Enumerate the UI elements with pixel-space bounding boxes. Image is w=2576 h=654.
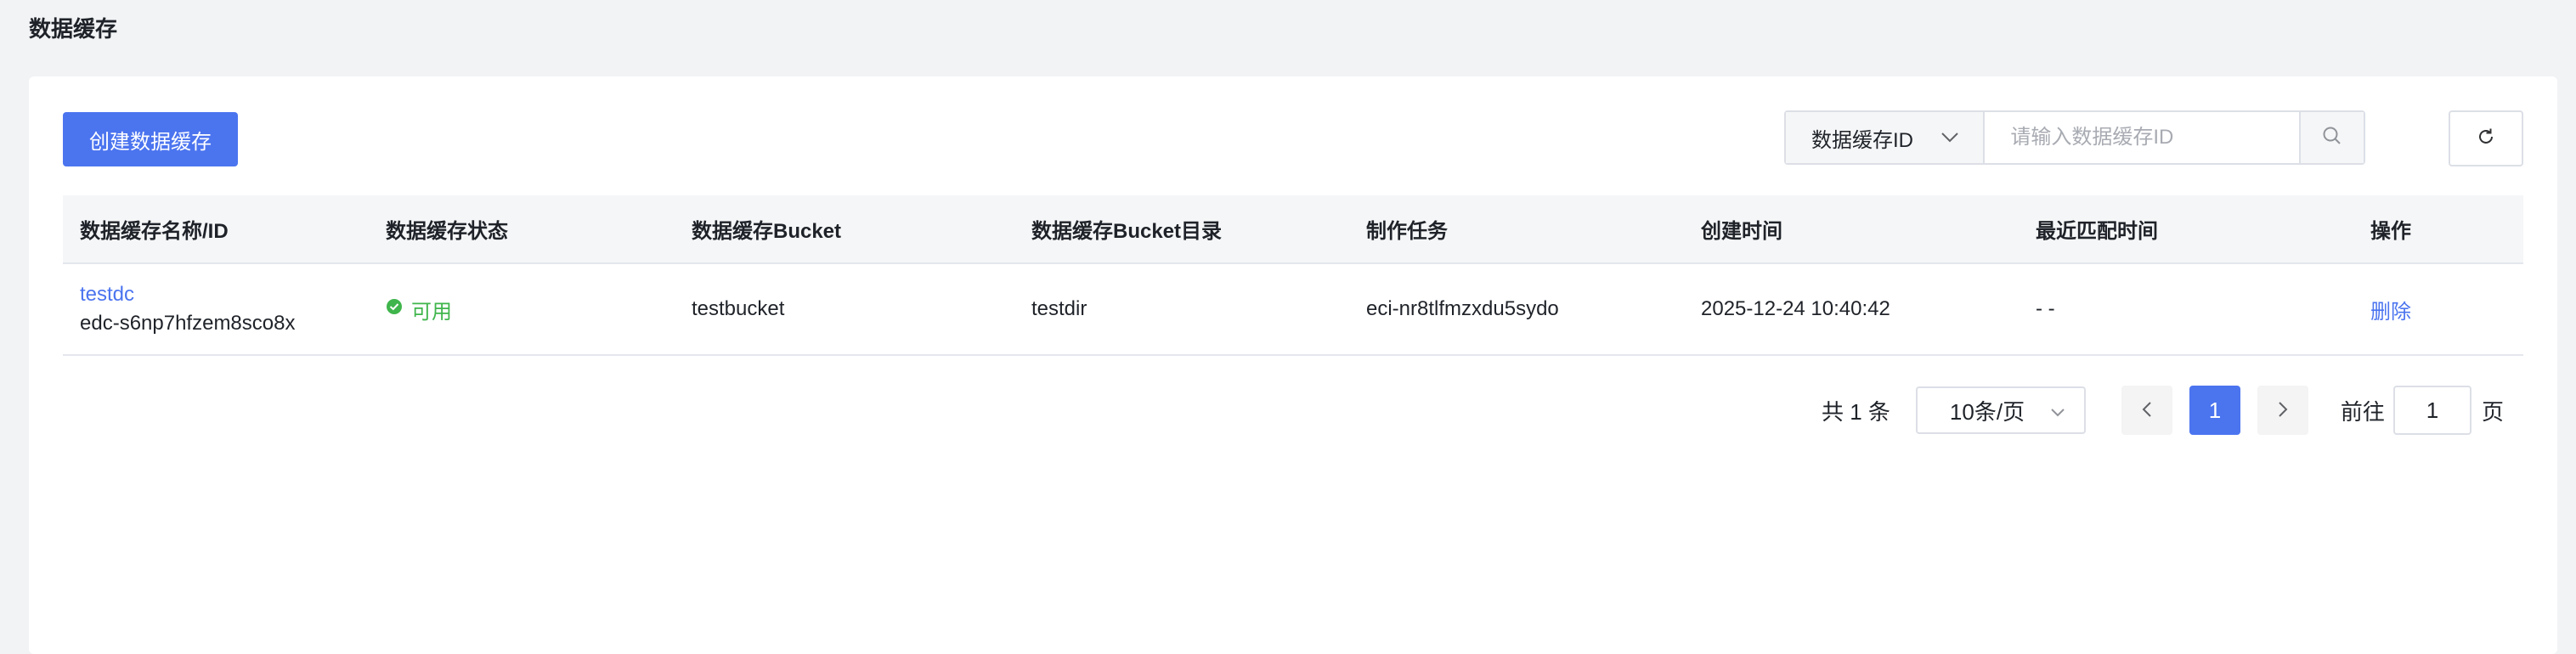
search-button[interactable] bbox=[2299, 112, 2364, 163]
search-field-select[interactable]: 数据缓存ID bbox=[1786, 112, 1986, 163]
total-count: 共 1 条 bbox=[1822, 398, 1890, 425]
bucket-cell: testbucket bbox=[675, 263, 1014, 356]
check-circle-icon bbox=[386, 297, 403, 321]
page-size-label: 10条/页 bbox=[1949, 398, 2025, 425]
data-cache-table: 数据缓存名称/ID 数据缓存状态 数据缓存Bucket 数据缓存Bucket目录… bbox=[63, 195, 2523, 356]
column-header: 数据缓存状态 bbox=[369, 195, 675, 264]
status-badge: 可用 bbox=[386, 295, 675, 324]
column-header: 数据缓存名称/ID bbox=[63, 195, 369, 264]
content-card: 创建数据缓存 数据缓存ID 数据缓存名称/ID 数据缓存状态 bbox=[29, 76, 2557, 654]
goto-suffix: 页 bbox=[2481, 398, 2504, 425]
chevron-left-icon bbox=[2141, 397, 2153, 424]
status-cell: 可用 bbox=[369, 263, 675, 356]
column-header: 数据缓存Bucket目录 bbox=[1014, 195, 1349, 264]
chevron-down-icon bbox=[2050, 397, 2065, 424]
create-data-cache-button[interactable]: 创建数据缓存 bbox=[63, 112, 238, 166]
search-icon bbox=[2322, 126, 2342, 150]
page-title: 数据缓存 bbox=[29, 16, 118, 42]
bucket-dir-cell: testdir bbox=[1014, 263, 1349, 356]
column-header: 数据缓存Bucket bbox=[675, 195, 1014, 264]
pagination: 共 1 条 10条/页 1 前往 页 bbox=[1822, 386, 2504, 435]
data-cache-id: edc-s6np7hfzem8sco8x bbox=[80, 312, 296, 335]
action-cell: 删除 bbox=[2353, 263, 2523, 356]
column-header: 操作 bbox=[2353, 195, 2523, 264]
created-time-cell: 2025-12-24 10:40:42 bbox=[1684, 263, 2019, 356]
page-size-select[interactable]: 10条/页 bbox=[1915, 386, 2086, 434]
column-header: 制作任务 bbox=[1349, 195, 1684, 264]
data-cache-name-link[interactable]: testdc bbox=[80, 280, 369, 309]
search-group: 数据缓存ID bbox=[1784, 110, 2365, 165]
column-header: 最近匹配时间 bbox=[2019, 195, 2353, 264]
refresh-icon bbox=[2476, 127, 2496, 151]
page-number-button[interactable]: 1 bbox=[2189, 386, 2240, 435]
refresh-button[interactable] bbox=[2449, 110, 2523, 166]
chevron-right-icon bbox=[2277, 397, 2289, 424]
name-cell: testdc edc-s6np7hfzem8sco8x bbox=[63, 263, 369, 356]
goto-page-input[interactable] bbox=[2392, 386, 2471, 435]
table-header-row: 数据缓存名称/ID 数据缓存状态 数据缓存Bucket 数据缓存Bucket目录… bbox=[63, 195, 2523, 264]
delete-link[interactable]: 删除 bbox=[2370, 301, 2411, 324]
goto-label: 前往 bbox=[2340, 398, 2385, 425]
task-cell: eci-nr8tlfmzxdu5sydo bbox=[1349, 263, 1684, 356]
prev-page-button[interactable] bbox=[2121, 386, 2172, 435]
column-header: 创建时间 bbox=[1684, 195, 2019, 264]
status-label: 可用 bbox=[411, 300, 452, 324]
search-field-label: 数据缓存ID bbox=[1811, 128, 1913, 152]
next-page-button[interactable] bbox=[2257, 386, 2308, 435]
last-match-cell: - - bbox=[2019, 263, 2353, 356]
chevron-down-icon bbox=[1940, 126, 1959, 149]
search-input[interactable] bbox=[1985, 112, 2300, 163]
table-row: testdc edc-s6np7hfzem8sco8x 可用 testbucke… bbox=[63, 263, 2523, 356]
